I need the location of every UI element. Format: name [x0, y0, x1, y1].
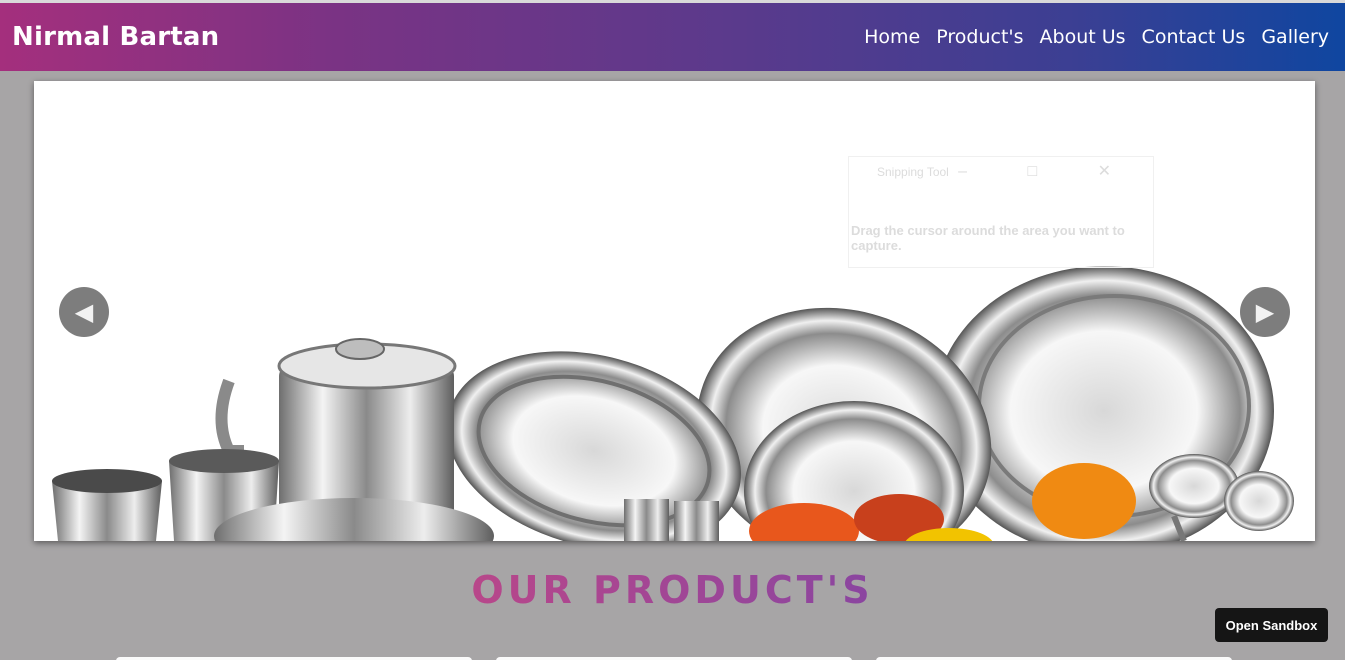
snipping-tool-title: Snipping Tool — [877, 165, 949, 179]
nav-link-about-us[interactable]: About Us — [1040, 26, 1126, 48]
snipping-tool-window-controls: – □ ✕ — [958, 163, 1139, 180]
image-carousel: Snipping Tool – □ ✕ Drag the cursor arou… — [34, 81, 1315, 541]
nav-link-products[interactable]: Product's — [936, 26, 1023, 48]
carousel-prev-button[interactable]: ◀ — [59, 287, 109, 337]
section-title-products: OUR PRODUCT'S — [0, 568, 1345, 612]
section-title-text: OUR PRODUCT'S — [471, 568, 874, 612]
carousel-next-button[interactable]: ▶ — [1240, 287, 1290, 337]
nav-link-contact-us[interactable]: Contact Us — [1142, 26, 1246, 48]
nav-link-home[interactable]: Home — [864, 26, 920, 48]
nav-link-gallery[interactable]: Gallery — [1261, 26, 1329, 48]
snipping-tool-text: Drag the cursor around the area you want… — [851, 223, 1125, 253]
nav-links: Home Product's About Us Contact Us Galle… — [864, 26, 1329, 48]
chevron-left-icon: ◀ — [74, 298, 94, 326]
brand-logo[interactable]: Nirmal Bartan — [12, 22, 219, 52]
open-sandbox-button[interactable]: Open Sandbox — [1215, 608, 1328, 642]
cookware-slide-image — [52, 266, 1294, 541]
chevron-right-icon: ▶ — [1255, 298, 1275, 326]
snipping-tool-overlay: Snipping Tool – □ ✕ Drag the cursor arou… — [848, 156, 1154, 268]
navbar: Nirmal Bartan Home Product's About Us Co… — [0, 3, 1345, 71]
